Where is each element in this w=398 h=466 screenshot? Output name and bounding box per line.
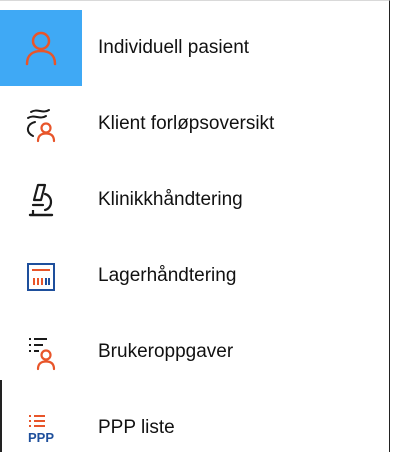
microscope-icon: [0, 162, 82, 238]
menu-item-label: Individuell pasient: [98, 37, 250, 58]
menu-item-label: Lagerhåndtering: [98, 265, 237, 286]
menu-item-label: Klinikkhåndtering: [98, 189, 243, 210]
menu-item-ppp-liste[interactable]: PPP PPP liste: [0, 390, 390, 466]
ppp-icon-text: PPP: [28, 430, 54, 445]
menu-item-brukeroppgaver[interactable]: Brukeroppgaver: [0, 314, 390, 390]
user-tasks-icon: [0, 314, 82, 390]
menu-items: Individuell pasient Klient forløpsoversi…: [0, 10, 390, 466]
menu-item-lagerhandtering[interactable]: Lagerhåndtering: [0, 238, 390, 314]
ppp-list-icon: PPP: [0, 390, 82, 466]
client-pathway-icon: [0, 86, 82, 162]
navigation-menu: Individuell pasient Klient forløpsoversi…: [0, 0, 398, 452]
menu-item-label: Klient forløpsoversikt: [98, 113, 275, 134]
left-edge-line: [0, 380, 2, 452]
menu-item-klinikkhandtering[interactable]: Klinikkhåndtering: [0, 162, 390, 238]
menu-item-klient-forlopsoversikt[interactable]: Klient forløpsoversikt: [0, 86, 390, 162]
menu-item-individuell-pasient[interactable]: Individuell pasient: [0, 10, 390, 86]
person-icon: [0, 10, 82, 86]
menu-item-label: Brukeroppgaver: [98, 341, 234, 362]
menu-item-label: PPP liste: [98, 417, 175, 438]
inventory-chart-icon: [0, 238, 82, 314]
